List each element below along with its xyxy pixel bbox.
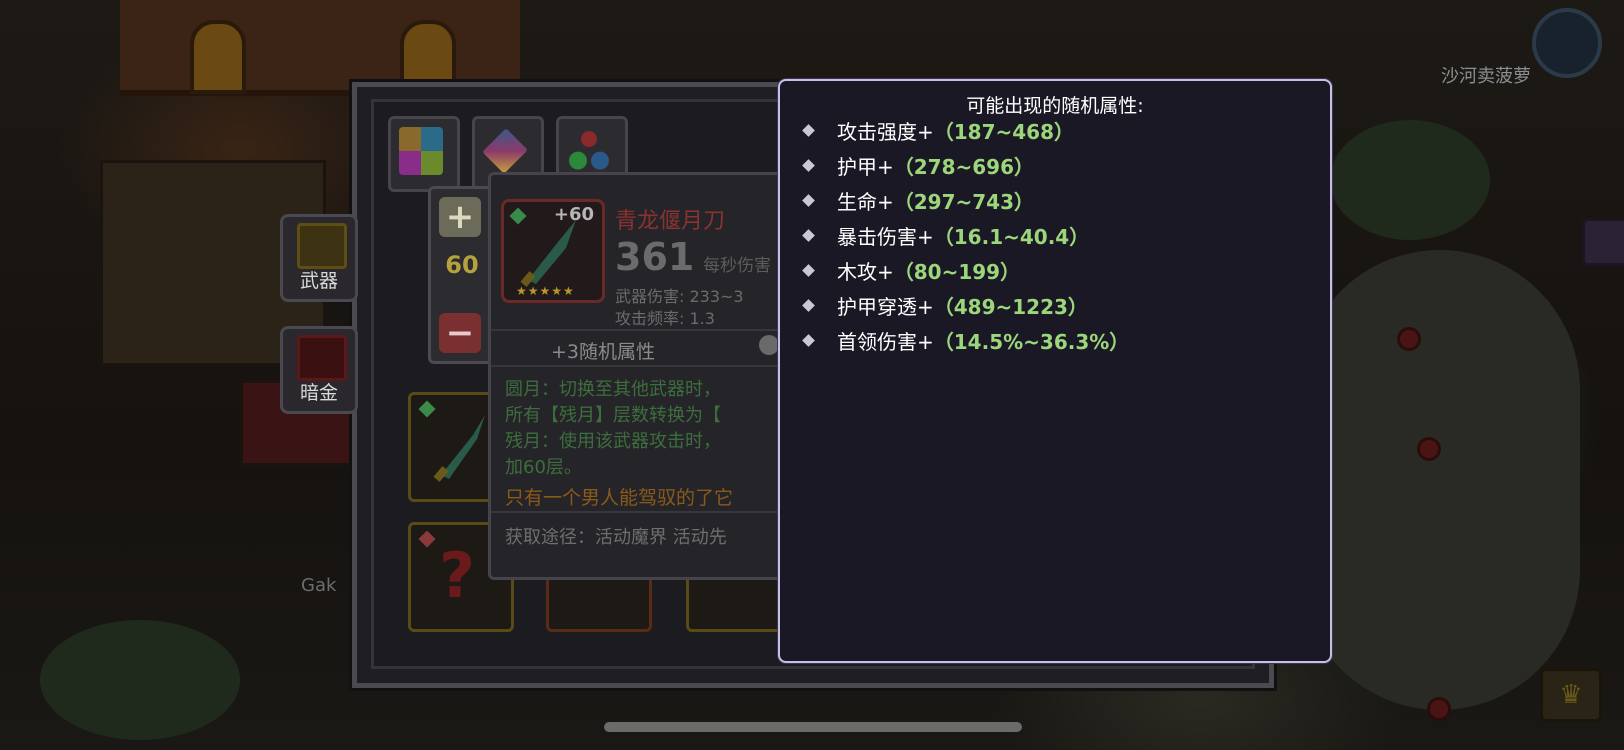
dps-label: 每秒伤害	[703, 256, 771, 276]
attr-name: 攻击强度+	[837, 119, 934, 144]
tab-dark-gold[interactable]: 暗金	[280, 326, 358, 414]
attr-row: 生命+ （297~743）	[798, 183, 1034, 217]
item-name: 青龙偃月刀	[615, 209, 726, 234]
random-attributes-tooltip: 可能出现的随机属性: 攻击强度+ （187~468） 护甲+ （278~696）…	[778, 79, 1332, 663]
chest-slot-icon	[297, 335, 347, 381]
bullet-icon	[802, 228, 815, 242]
bullet-icon	[802, 193, 815, 207]
item-detail-card: +60 ★★★★★ 青龙偃月刀 361 每秒伤害 武器伤害: 233~3 攻击频…	[488, 172, 794, 580]
attr-range: （297~743）	[893, 189, 1035, 214]
crystal-icon	[482, 128, 528, 174]
lantern	[1400, 330, 1418, 348]
attr-row: 护甲+ （278~696）	[798, 148, 1034, 182]
random-attr-button[interactable]: +3随机属性	[551, 337, 655, 364]
player-name-label: 沙河卖菠萝	[1441, 66, 1531, 87]
attr-name: 木攻+	[837, 259, 894, 284]
attr-name: 生命+	[837, 189, 894, 214]
increment-button[interactable]: +	[439, 197, 481, 237]
attr-row: 首领伤害+ （14.5%~36.3%）	[798, 323, 1129, 357]
attr-row: 攻击强度+ （187~468）	[798, 113, 1074, 147]
weapon-damage: 武器伤害: 233~3	[615, 287, 744, 306]
gem-icon	[418, 530, 436, 548]
attack-speed: 攻击频率: 1.3	[615, 309, 715, 328]
attr-row: 木攻+ （80~199）	[798, 253, 1020, 287]
item-flavor-text: 只有一个男人能驾驭的了它	[505, 487, 734, 509]
tab-weapon[interactable]: 武器	[280, 214, 358, 302]
home-indicator[interactable]	[604, 722, 1022, 732]
attr-range: （278~696）	[893, 154, 1035, 179]
building-window	[190, 20, 246, 94]
lantern	[1420, 440, 1438, 458]
item-effect-text: 圆月：切换至其他武器时， 所有【残月】层数转换为【 残月：使用该武器攻击时， 加…	[505, 379, 721, 478]
divider	[491, 511, 791, 513]
divider	[491, 365, 791, 367]
gem-grid-icon	[399, 127, 443, 175]
bullet-icon	[802, 158, 815, 172]
upgrade-level-stepper: + 60 −	[428, 186, 496, 364]
bullet-icon	[802, 263, 815, 277]
attr-name: 护甲+	[837, 154, 894, 179]
lantern	[1430, 700, 1448, 718]
attr-name: 护甲穿透+	[837, 294, 934, 319]
attr-range: （80~199）	[893, 259, 1021, 284]
tree	[1330, 120, 1490, 240]
bullet-icon	[802, 333, 815, 347]
info-dot-icon[interactable]	[759, 335, 779, 355]
sword-slot-icon	[297, 223, 347, 269]
orbs-icon	[567, 127, 611, 175]
rarity-stars: ★★★★★	[516, 284, 575, 298]
decrement-button[interactable]: −	[439, 313, 481, 353]
attr-range: （489~1223）	[933, 294, 1088, 319]
ground-path	[1300, 250, 1580, 710]
attr-range: （14.5%~36.3%）	[933, 329, 1130, 354]
level-value: 60	[445, 251, 479, 279]
npc-name-label: Gak	[301, 575, 337, 596]
attr-row: 护甲穿透+ （489~1223）	[798, 288, 1088, 322]
tree	[40, 620, 240, 740]
tab-weapon-label: 武器	[299, 270, 338, 292]
tab-dark-gold-label: 暗金	[299, 382, 338, 404]
category-tab-gems[interactable]	[388, 116, 460, 192]
question-mark-icon: ?	[439, 539, 475, 612]
crown-icon[interactable]: ♛	[1540, 668, 1602, 722]
bullet-icon	[802, 298, 815, 312]
attr-name: 首领伤害+	[837, 329, 934, 354]
attr-row: 暴击伤害+ （16.1~40.4）	[798, 218, 1089, 252]
chat-bubble-icon[interactable]	[1582, 218, 1624, 266]
item-source: 获取途径：活动魔界 活动先	[505, 527, 727, 548]
attr-name: 暴击伤害+	[837, 224, 934, 249]
attr-range: （187~468）	[933, 119, 1075, 144]
attr-range: （16.1~40.4）	[933, 224, 1090, 249]
divider	[491, 329, 791, 331]
bullet-icon	[802, 123, 815, 137]
guild-emblem-icon[interactable]	[1532, 8, 1602, 78]
item-power: 361	[615, 235, 695, 279]
item-thumbnail: +60 ★★★★★	[501, 199, 605, 303]
